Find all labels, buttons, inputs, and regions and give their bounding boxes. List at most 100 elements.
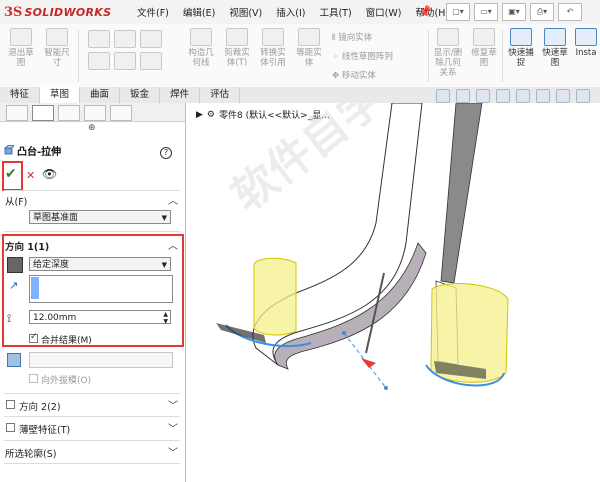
from-select-value: 草图基准面: [33, 213, 79, 223]
smart-dimension-button[interactable]: 智能尺 寸: [40, 28, 74, 68]
configuration-manager-tab-icon[interactable]: [58, 105, 80, 121]
thin-feature-section-header[interactable]: 薄壁特征(T): [19, 422, 70, 436]
divider: [4, 393, 180, 394]
previous-view-icon[interactable]: [476, 89, 490, 103]
tab-sketch[interactable]: 草图: [40, 87, 81, 103]
view-orientation-icon[interactable]: [536, 89, 550, 103]
panel-resize-handle-icon[interactable]: ⊕: [88, 123, 96, 133]
drag-handle-icon[interactable]: [361, 358, 376, 368]
instant2d-button[interactable]: Insta: [572, 28, 600, 58]
dimxpert-tab-icon[interactable]: [84, 105, 106, 121]
undo-icon[interactable]: ↶: [558, 3, 582, 21]
cancel-x-icon[interactable]: ✕: [26, 169, 35, 182]
trim-entities-label: 剪裁实 体(T): [224, 48, 250, 68]
sketch-entities-group: [82, 28, 168, 82]
menu-window[interactable]: 窗口(W): [359, 5, 409, 19]
rapid-sketch-button[interactable]: 快速草 图: [540, 28, 570, 68]
zoom-area-icon[interactable]: [456, 89, 470, 103]
line-icon[interactable]: [88, 30, 110, 48]
new-document-icon[interactable]: ▢▾: [446, 3, 470, 21]
end-condition-select[interactable]: 给定深度 ▼: [29, 257, 171, 271]
print-icon[interactable]: ⎙▾: [530, 3, 554, 21]
thin-feature-checkbox[interactable]: [6, 423, 15, 432]
divider: [4, 190, 180, 191]
menu-bar: 文件(F) 编辑(E) 视图(V) 插入(I) 工具(T) 窗口(W) 帮助(H…: [130, 0, 456, 24]
from-section-header[interactable]: 从(F): [5, 194, 27, 208]
axis-endpoint[interactable]: [384, 386, 388, 390]
depth-icon: ⟟: [7, 312, 12, 325]
quick-snaps-button[interactable]: 快速捕 捉: [504, 28, 538, 68]
direction1-section-header[interactable]: 方向 1(1): [5, 239, 49, 253]
circle-icon[interactable]: [114, 30, 136, 48]
construction-geometry-label: 构造几 何线: [188, 48, 214, 68]
chevron-down-icon[interactable]: ﹀: [168, 397, 178, 412]
hide-show-icon[interactable]: [576, 89, 590, 103]
spline-icon[interactable]: [140, 30, 162, 48]
linear-pattern-button[interactable]: ⁘ 线性草图阵列: [332, 50, 393, 62]
chevron-down-icon[interactable]: ﹀: [168, 420, 178, 435]
rapid-sketch-icon: [544, 28, 566, 46]
construction-geometry-icon: [190, 28, 212, 46]
menu-view[interactable]: 视图(V): [222, 5, 269, 19]
zoom-to-fit-icon[interactable]: [436, 89, 450, 103]
chevron-down-icon[interactable]: ﹀: [168, 444, 178, 459]
display-delete-relations-button[interactable]: 显示/删 除几何 关系: [430, 28, 466, 78]
selected-contours-section-header[interactable]: 所选轮廓(S): [5, 446, 56, 460]
exit-sketch-label: 退出草 图: [8, 48, 34, 68]
rectangle-icon[interactable]: [88, 52, 110, 70]
convert-entities-button[interactable]: 转换实 体引用: [256, 28, 290, 68]
tab-weldments[interactable]: 焊件: [160, 87, 201, 103]
construction-geometry-button[interactable]: 构造几 何线: [184, 28, 218, 68]
panel-tabs: [0, 103, 185, 122]
axis-endpoint[interactable]: [342, 331, 346, 335]
command-manager-ribbon: 退出草 图 智能尺 寸 构造几 何线 剪裁实 体(T) 转换实 体引用 等距实 …: [0, 24, 600, 88]
chevron-up-icon[interactable]: ︿: [168, 192, 178, 207]
dynamic-annotation-icon[interactable]: [516, 89, 530, 103]
section-view-icon[interactable]: [496, 89, 510, 103]
menu-edit[interactable]: 编辑(E): [176, 5, 222, 19]
chevron-up-icon[interactable]: ︿: [168, 237, 178, 252]
tab-features[interactable]: 特征: [0, 87, 41, 103]
merge-result-checkbox[interactable]: [29, 332, 38, 343]
display-manager-tab-icon[interactable]: [110, 105, 132, 121]
wrench-handle-face: [440, 103, 483, 284]
trim-entities-button[interactable]: 剪裁实 体(T): [220, 28, 254, 68]
graphics-area[interactable]: ▶ ⚙ 零件8 (默认<<默认>_显... 软件自学网: [186, 103, 600, 482]
display-style-icon[interactable]: [556, 89, 570, 103]
menu-insert[interactable]: 插入(I): [269, 5, 312, 19]
offset-entities-button[interactable]: 等距实 体: [292, 28, 326, 68]
menu-tools[interactable]: 工具(T): [312, 5, 358, 19]
pin-icon[interactable]: 📌: [418, 5, 432, 18]
tab-surfaces[interactable]: 曲面: [80, 87, 121, 103]
draft-outward-checkbox[interactable]: [29, 374, 38, 383]
direction-reference-box[interactable]: [29, 275, 173, 303]
feature-manager-tab-icon[interactable]: [6, 105, 28, 121]
help-icon[interactable]: ?: [160, 147, 172, 159]
rapid-sketch-label: 快速草 图: [542, 48, 568, 68]
tab-evaluate[interactable]: 评估: [200, 87, 241, 103]
menu-file[interactable]: 文件(F): [130, 5, 176, 19]
draft-icon[interactable]: [7, 353, 21, 367]
exit-sketch-button[interactable]: 退出草 图: [4, 28, 38, 68]
selection-focus-bar: [31, 277, 39, 299]
polygon-icon[interactable]: [140, 52, 162, 70]
direction2-section-header[interactable]: 方向 2(2): [19, 399, 61, 413]
direction2-checkbox[interactable]: [6, 400, 15, 409]
reverse-direction-icon[interactable]: [7, 257, 23, 273]
tab-sheet-metal[interactable]: 钣金: [120, 87, 161, 103]
slot-icon[interactable]: [114, 52, 136, 70]
from-select[interactable]: 草图基准面 ▼: [29, 210, 171, 224]
spin-arrows-icon[interactable]: ▲ ▼: [163, 311, 168, 325]
preview-eye-icon[interactable]: 👁: [42, 167, 57, 181]
open-icon[interactable]: ▭▾: [474, 3, 498, 21]
move-entities-button[interactable]: ✥ 移动实体: [332, 69, 376, 81]
repair-sketch-button[interactable]: 修复草 图: [468, 28, 500, 68]
ok-check-icon[interactable]: ✔: [5, 166, 17, 182]
mirror-entities-button[interactable]: ⫴ 镜向实体: [332, 31, 372, 43]
draft-angle-input[interactable]: [29, 352, 173, 368]
ribbon-separator: [502, 30, 503, 82]
save-icon[interactable]: ▣▾: [502, 3, 526, 21]
property-manager-tab-icon[interactable]: [32, 105, 54, 121]
depth-input[interactable]: 12.00mm ▲ ▼: [29, 310, 171, 325]
feature-title: 凸台-拉伸: [17, 147, 62, 158]
